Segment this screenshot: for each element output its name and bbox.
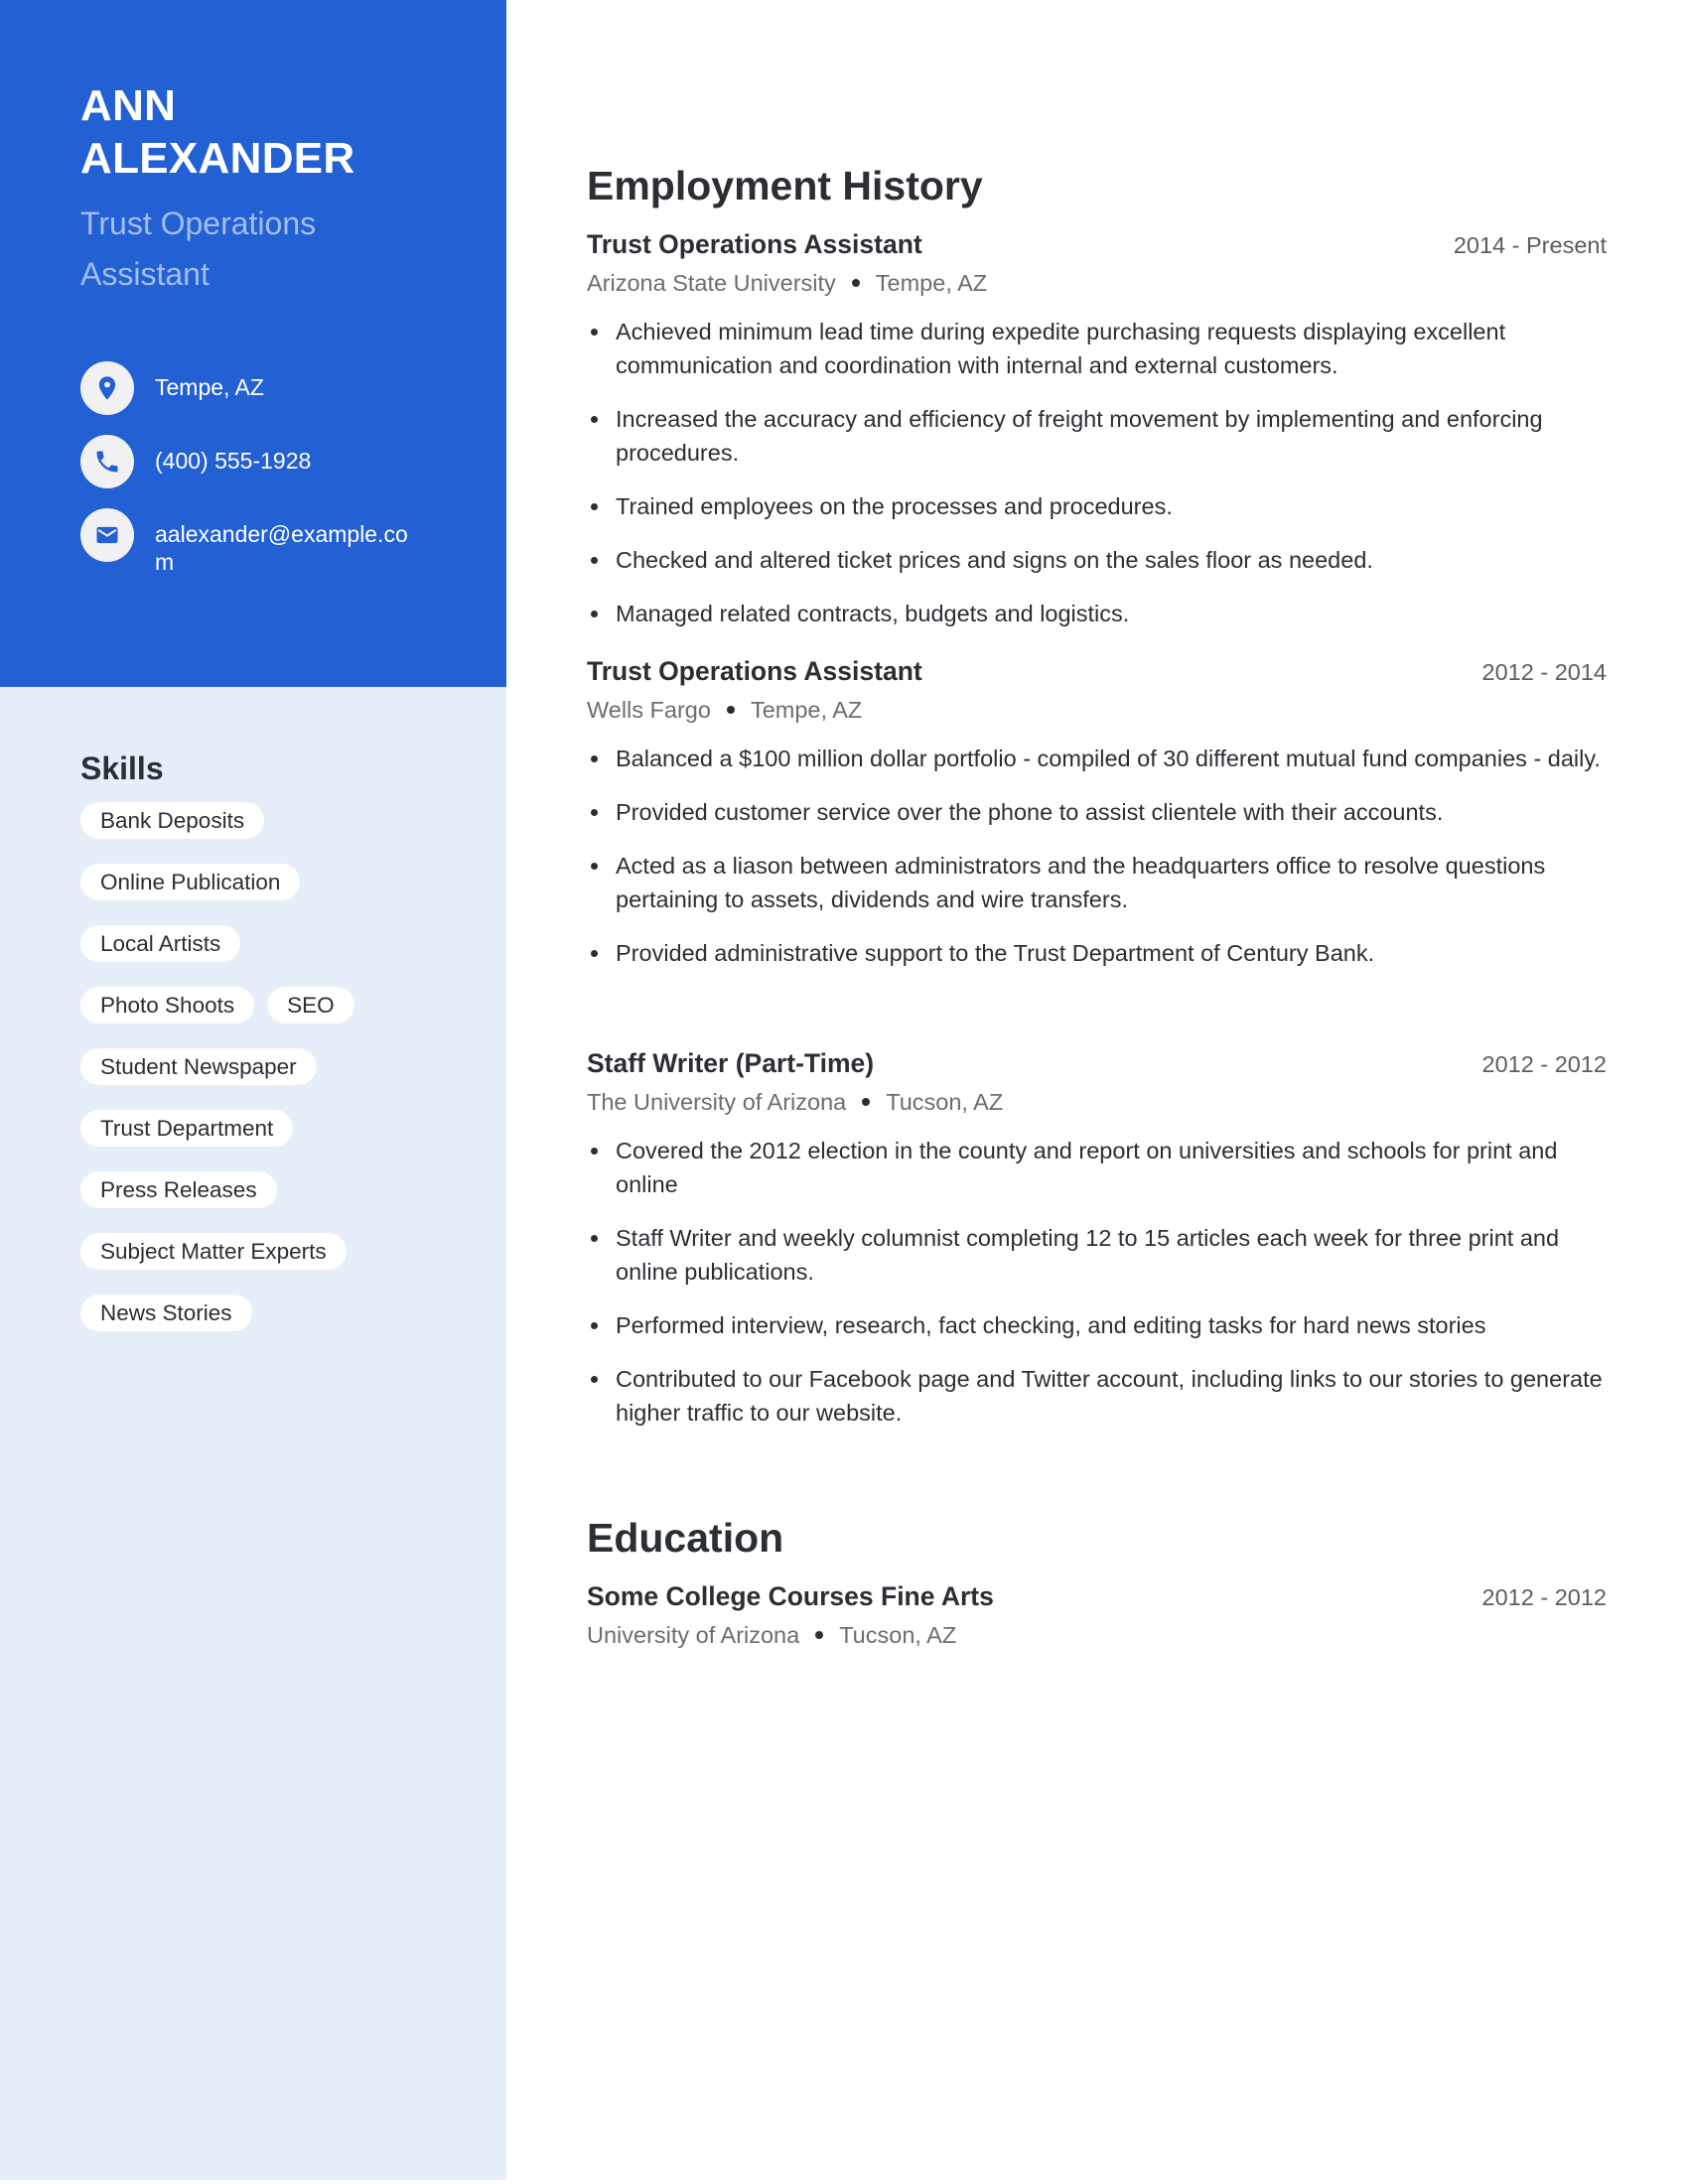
job-entry: Trust Operations Assistant 2014 - Presen…: [587, 226, 1607, 650]
bullet-item: Staff Writer and weekly columnist comple…: [587, 1221, 1607, 1289]
skill-tag: Photo Shoots: [80, 987, 255, 1024]
bullet-item: Achieved minimum lead time during expedi…: [587, 315, 1607, 382]
sidebar: ANN ALEXANDER Trust Operations Assistant…: [0, 0, 506, 2180]
school-name: University of Arizona: [587, 1622, 800, 1648]
bullet-item: Acted as a liason between administrators…: [587, 849, 1607, 916]
separator-dot: [726, 705, 735, 714]
phone-icon: [80, 435, 134, 488]
job-location: Tempe, AZ: [750, 697, 863, 723]
separator-dot: [862, 1097, 871, 1106]
bullet-item: Covered the 2012 election in the county …: [587, 1134, 1607, 1201]
skill-tag: Subject Matter Experts: [80, 1233, 347, 1270]
separator-dot: [851, 278, 860, 287]
job-dates: 2014 - Present: [1453, 232, 1607, 258]
school-line: University of Arizona Tucson, AZ: [587, 1618, 1607, 1652]
job-employer: Wells Fargo: [587, 697, 711, 723]
contact-email: aalexander@example.com: [80, 508, 478, 582]
contact-phone-text: (400) 555-1928: [155, 448, 312, 474]
skills-section: Skills Bank Deposits Online Publication …: [80, 747, 478, 1331]
skill-tag: SEO: [267, 987, 354, 1024]
location-pin-icon: [80, 361, 134, 415]
bullet-item: Contributed to our Facebook page and Twi…: [587, 1362, 1607, 1430]
skills-heading: Skills: [80, 751, 164, 786]
job-employer-line: Wells Fargo Tempe, AZ: [587, 693, 1607, 727]
job-employer-line: The University of Arizona Tucson, AZ: [587, 1085, 1607, 1119]
profile-header: ANN ALEXANDER Trust Operations Assistant…: [0, 0, 506, 687]
school-location: Tucson, AZ: [839, 1622, 957, 1648]
job-entry: Trust Operations Assistant 2012 - 2014 W…: [587, 653, 1607, 990]
skill-tag: Trust Department: [80, 1110, 294, 1147]
bullet-item: Trained employees on the processes and p…: [587, 489, 1607, 523]
separator-dot: [815, 1630, 824, 1639]
job-location: Tempe, AZ: [875, 270, 988, 296]
skill-tag: Online Publication: [80, 864, 301, 900]
job-bullets: Achieved minimum lead time during expedi…: [587, 315, 1607, 630]
bullet-item: Increased the accuracy and efficiency of…: [587, 402, 1607, 470]
mail-icon: [80, 508, 134, 562]
bullet-item: Performed interview, research, fact chec…: [587, 1308, 1607, 1342]
job-employer: The University of Arizona: [587, 1089, 847, 1115]
bullet-item: Provided administrative support to the T…: [587, 936, 1607, 970]
job-title: Trust Operations Assistant: [587, 229, 922, 259]
skill-tag: News Stories: [80, 1295, 252, 1331]
bullet-item: Balanced a $100 million dollar portfolio…: [587, 742, 1607, 775]
skill-tag: Student Newspaper: [80, 1048, 317, 1085]
contact-location-text: Tempe, AZ: [155, 374, 264, 400]
contact-list: Tempe, AZ (400) 555-1928 aalexander@exam…: [80, 361, 478, 582]
education-heading: Education: [587, 1515, 784, 1561]
last-name: ALEXANDER: [80, 134, 355, 183]
education-dates: 2012 - 2012: [1481, 1584, 1607, 1610]
contact-phone: (400) 555-1928: [80, 435, 478, 508]
skills-list: Bank Deposits Online Publication Local A…: [80, 802, 408, 1331]
job-employer: Arizona State University: [587, 270, 836, 296]
bullet-item: Checked and altered ticket prices and si…: [587, 543, 1607, 577]
first-name: ANN: [80, 81, 177, 130]
job-entry: Staff Writer (Part-Time) 2012 - 2012 The…: [587, 1045, 1607, 1449]
bullet-item: Managed related contracts, budgets and l…: [587, 597, 1607, 630]
job-bullets: Covered the 2012 election in the county …: [587, 1134, 1607, 1430]
job-employer-line: Arizona State University Tempe, AZ: [587, 266, 1607, 300]
contact-email-text[interactable]: aalexander@example.com: [155, 508, 423, 576]
job-title: Staff Writer (Part-Time): [587, 1048, 875, 1078]
bullet-item: Provided customer service over the phone…: [587, 795, 1607, 829]
candidate-name: ANN ALEXANDER: [80, 79, 478, 185]
contact-location: Tempe, AZ: [80, 361, 478, 435]
job-dates: 2012 - 2014: [1481, 659, 1607, 685]
skill-tag: Press Releases: [80, 1171, 277, 1208]
employment-heading: Employment History: [587, 163, 983, 208]
job-location: Tucson, AZ: [886, 1089, 1004, 1115]
degree-title: Some College Courses Fine Arts: [587, 1581, 994, 1611]
job-bullets: Balanced a $100 million dollar portfolio…: [587, 742, 1607, 970]
skill-tag: Local Artists: [80, 925, 241, 962]
candidate-title: Trust Operations Assistant: [80, 205, 317, 292]
skill-tag: Bank Deposits: [80, 802, 265, 839]
job-dates: 2012 - 2012: [1481, 1051, 1607, 1077]
job-title: Trust Operations Assistant: [587, 656, 922, 686]
education-entry: Some College Courses Fine Arts 2012 - 20…: [587, 1578, 1607, 1652]
